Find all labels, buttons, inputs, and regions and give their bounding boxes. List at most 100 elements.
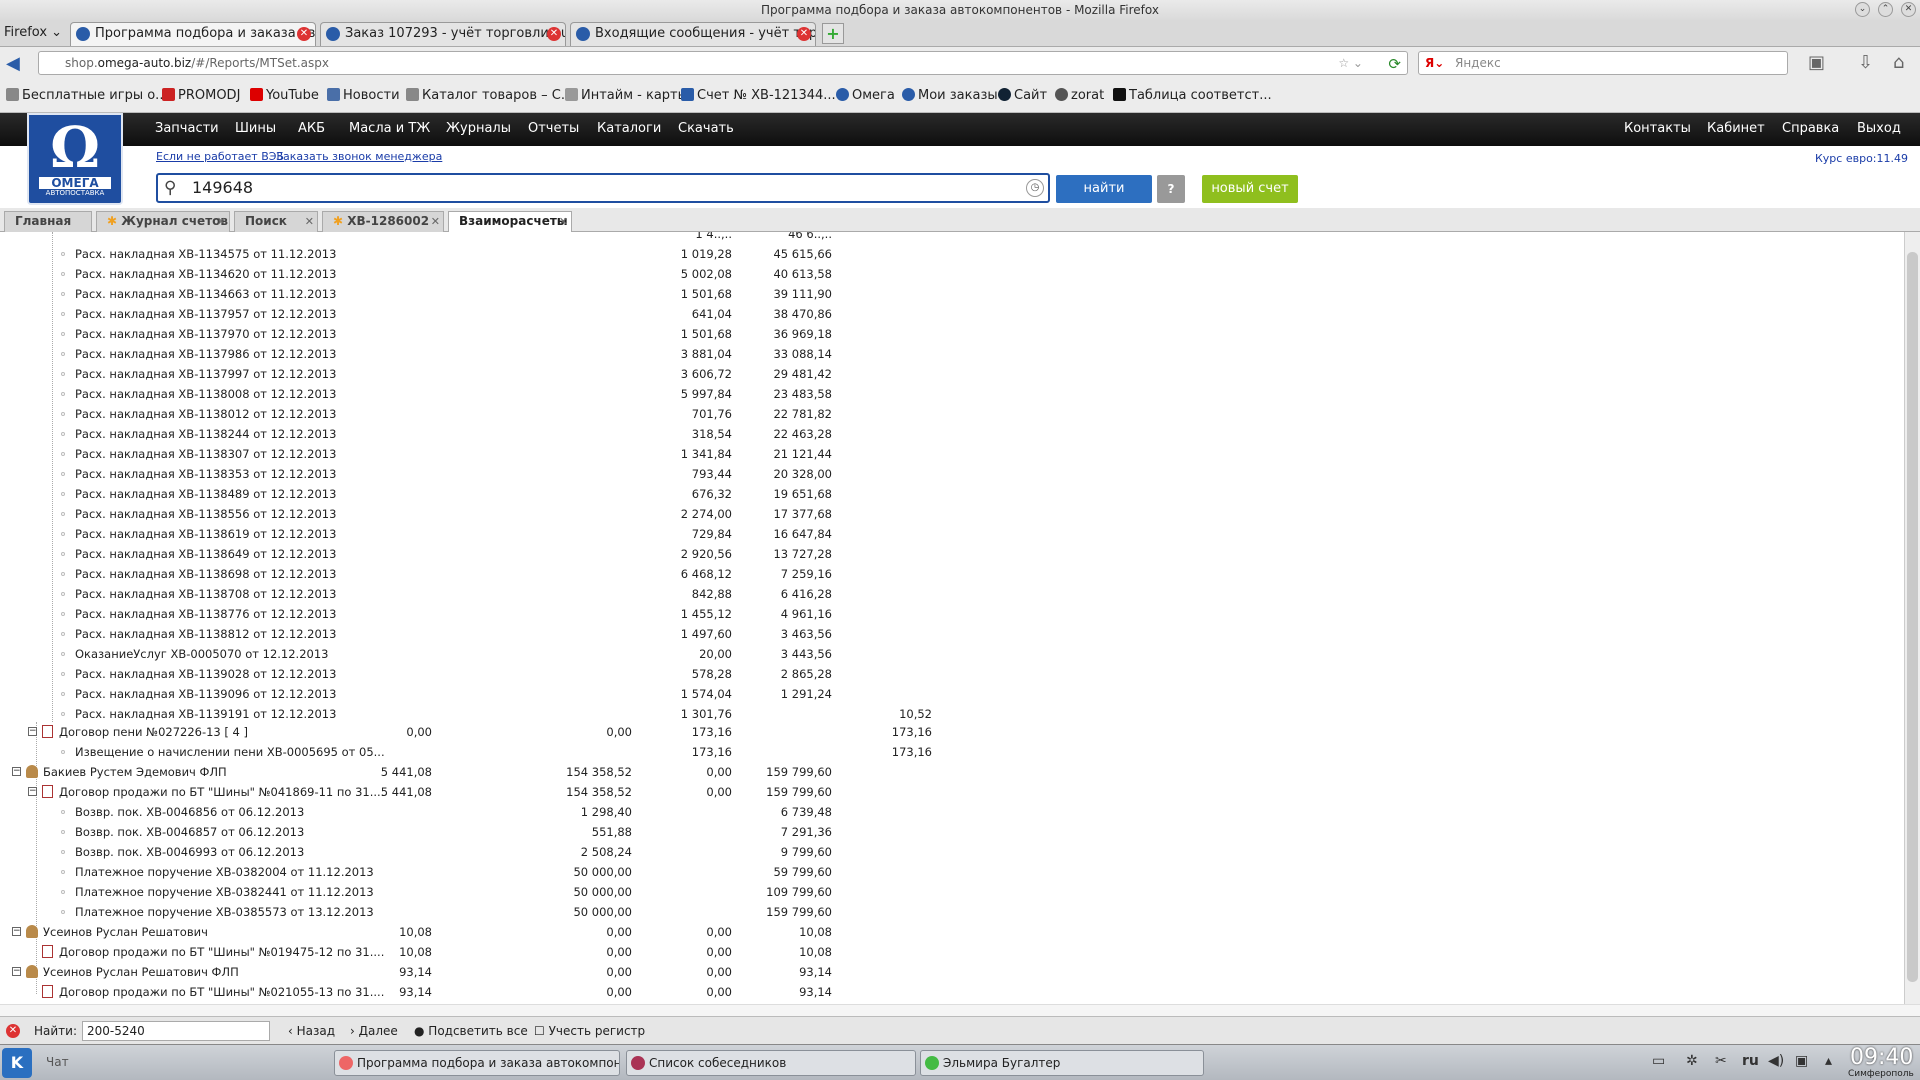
collapse-icon[interactable]: −	[28, 727, 37, 736]
keyboard-layout[interactable]: ru	[1742, 1053, 1759, 1069]
chat-widget[interactable]: Чат	[46, 1055, 69, 1069]
bookmark-item[interactable]: Новости	[327, 88, 400, 103]
nav-item-zapchasti[interactable]: Запчасти	[155, 121, 219, 136]
new-invoice-button[interactable]: новый счет	[1202, 175, 1298, 203]
close-tab-icon[interactable]: ✕	[797, 27, 811, 41]
firefox-menu-button[interactable]: Firefox ⌄	[4, 25, 62, 40]
find-previous-button[interactable]: ‹ Назад	[288, 1024, 335, 1038]
collapse-icon[interactable]: −	[12, 967, 21, 976]
table-row[interactable]: Извещение о начислении пени ХВ-0005695 о…	[0, 742, 1900, 762]
table-row[interactable]: Расх. накладная ХВ-1137957 от 12.12.2013…	[0, 304, 1900, 324]
close-tab-icon[interactable]: ✕	[297, 27, 311, 41]
table-row[interactable]: Расх. накладная ХВ-1134620 от 11.12.2013…	[0, 264, 1900, 284]
find-button[interactable]: найти	[1056, 175, 1152, 203]
close-tab-icon[interactable]: ✕	[217, 212, 226, 231]
table-row[interactable]: Договор продажи по БТ "Шины" №021055-13 …	[0, 982, 1900, 1002]
table-row[interactable]: Расх. накладная ХВ-1138649 от 12.12.2013…	[0, 544, 1900, 564]
back-arrow-icon[interactable]: ◀	[6, 53, 20, 74]
table-row[interactable]: Возвр. пок. ХВ-0046856 от 06.12.2013 1 29…	[0, 802, 1900, 822]
close-tab-icon[interactable]: ✕	[305, 212, 314, 231]
find-input[interactable]: 200-5240	[82, 1021, 270, 1041]
scissors-icon[interactable]: ✂	[1715, 1053, 1727, 1069]
usb-icon[interactable]: ▣	[1795, 1053, 1808, 1069]
table-row[interactable]: − Договор пени №027226-13 [ 4 ] 0,00 0,0…	[0, 722, 1900, 742]
close-tab-icon[interactable]: ✕	[547, 27, 561, 41]
bookmark-item[interactable]: Мои заказы	[902, 88, 998, 103]
new-tab-button[interactable]: +	[822, 23, 844, 44]
tab-vzaimoraschety[interactable]: Взаиморасчеты ✕	[448, 211, 572, 232]
table-row[interactable]: Расх. накладная ХВ-1137970 от 12.12.2013…	[0, 324, 1900, 344]
bookmark-item[interactable]: Интайм - карты	[565, 88, 688, 103]
tab-poisk[interactable]: Поиск ✕	[234, 211, 318, 232]
close-window-icon[interactable]: ✕	[1901, 2, 1916, 17]
table-row[interactable]: Платежное поручение ХВ-0382441 от 11.12.…	[0, 882, 1900, 902]
table-row[interactable]: Расх. накладная ХВ-1134663 от 11.12.2013…	[0, 284, 1900, 304]
search-history-icon[interactable]: ◷	[1026, 179, 1044, 197]
table-row[interactable]: Договор продажи по БТ "Шины" №019475-12 …	[0, 942, 1900, 962]
bookmark-item[interactable]: Счет № ХВ-121344...	[681, 88, 836, 103]
table-row[interactable]: Платежное поручение ХВ-0385573 от 13.12.…	[0, 902, 1900, 922]
task-chat[interactable]: Эльмира Бугалтер	[920, 1050, 1204, 1076]
nav-item-kontakty[interactable]: Контакты	[1624, 121, 1691, 136]
table-row[interactable]: − Усеинов Руслан Решатович ФЛП 93,14 0,0…	[0, 962, 1900, 982]
home-icon[interactable]: ⌂	[1893, 52, 1904, 73]
table-row[interactable]: Расх. накладная ХВ-1138012 от 12.12.2013…	[0, 404, 1900, 424]
horizontal-scrollbar[interactable]	[0, 1004, 1920, 1016]
nav-item-akb[interactable]: АКБ	[298, 121, 325, 136]
task-contacts[interactable]: Список собеседников	[626, 1050, 916, 1076]
table-row[interactable]: Расх. накладная ХВ-1137986 от 12.12.2013…	[0, 344, 1900, 364]
maximize-icon[interactable]: ⌃	[1878, 2, 1893, 17]
browser-tab-3[interactable]: Входящие сообщения - учёт тор... ✕	[570, 22, 816, 46]
bookmark-star-icon[interactable]: ☆ ⌄	[1338, 52, 1363, 74]
tab-hv-1286002[interactable]: ✱ ХВ-1286002 ✕	[322, 211, 444, 232]
table-row[interactable]: ОказаниеУслуг ХВ-0005070 от 12.12.2013 20…	[0, 644, 1900, 664]
table-row[interactable]: − Договор продажи по БТ "Шины" №041869-1…	[0, 782, 1900, 802]
scrollbar-thumb[interactable]	[1907, 252, 1918, 982]
table-row[interactable]: Платежное поручение ХВ-0382004 от 11.12.…	[0, 862, 1900, 882]
bookmarks-menu-icon[interactable]: ▣	[1808, 52, 1825, 73]
match-case-checkbox[interactable]: ☐ Учесть регистр	[534, 1024, 645, 1038]
close-find-icon[interactable]: ✕	[6, 1024, 20, 1038]
nav-item-skachat[interactable]: Скачать	[678, 121, 734, 136]
volume-icon[interactable]: ◀)	[1768, 1053, 1784, 1069]
settings-icon[interactable]: ✲	[1686, 1053, 1698, 1069]
table-row[interactable]: Расх. накладная ХВ-1138776 от 12.12.2013…	[0, 604, 1900, 624]
download-icon[interactable]: ⇩	[1858, 52, 1873, 73]
highlight-all-button[interactable]: ● Подсветить все	[414, 1024, 528, 1038]
clock[interactable]: 09:40	[1850, 1045, 1913, 1070]
table-row[interactable]: Расх. накладная ХВ-1139028 от 12.12.2013…	[0, 664, 1900, 684]
table-row[interactable]: Расх. накладная ХВ-1138708 от 12.12.2013…	[0, 584, 1900, 604]
table-row[interactable]: − Бакиев Рустем Эдемович ФЛП 5 441,08 15…	[0, 762, 1900, 782]
find-next-button[interactable]: › Далее	[350, 1024, 398, 1038]
help-button[interactable]: ?	[1157, 175, 1185, 203]
bookmark-item[interactable]: YouTube	[250, 88, 319, 103]
close-tab-icon[interactable]: ✕	[431, 212, 440, 231]
close-tab-icon[interactable]: ✕	[559, 212, 568, 231]
collapse-icon[interactable]: −	[28, 787, 37, 796]
bookmark-item[interactable]: Омега	[836, 88, 895, 103]
table-row[interactable]: Расх. накладная ХВ-1138556 от 12.12.2013…	[0, 504, 1900, 524]
table-row[interactable]: Расх. накладная ХВ-1138489 от 12.12.2013…	[0, 484, 1900, 504]
search-bar[interactable]: Я⌄ Яндекс	[1418, 51, 1788, 75]
table-row[interactable]: Расх. накладная ХВ-1138812 от 12.12.2013…	[0, 624, 1900, 644]
bookmark-item[interactable]: zorat	[1055, 88, 1104, 103]
nav-item-otchety[interactable]: Отчеты	[528, 121, 579, 136]
part-search-input[interactable]: ⚲ 149648 ◷	[156, 173, 1050, 203]
table-row[interactable]: Расх. накладная ХВ-1137997 от 12.12.2013…	[0, 364, 1900, 384]
bookmark-item[interactable]: PROMODJ	[162, 88, 240, 103]
link-order-call[interactable]: Заказать звонок менеджера	[276, 150, 442, 163]
tab-zhurnal-schetov[interactable]: ✱ Журнал счетов ✕	[96, 211, 230, 232]
table-row[interactable]: − Усеинов Руслан Решатович 10,08 0,00 0,…	[0, 922, 1900, 942]
bookmark-item[interactable]: Каталог товаров – С...	[406, 88, 573, 103]
nav-item-zhurnaly[interactable]: Журналы	[446, 121, 511, 136]
nav-item-masla[interactable]: Масла и ТЖ	[349, 121, 430, 136]
table-row[interactable]: Расх. накладная ХВ-1138619 от 12.12.2013…	[0, 524, 1900, 544]
table-row[interactable]: Расх. накладная ХВ-1134575 от 11.12.2013…	[0, 244, 1900, 264]
table-row[interactable]: Расх. накладная ХВ-1138307 от 12.12.2013…	[0, 444, 1900, 464]
reload-icon[interactable]: ⟳	[1388, 53, 1401, 75]
minimize-icon[interactable]: ⌄	[1855, 2, 1870, 17]
table-row[interactable]: Расх. накладная ХВ-1138244 от 12.12.2013…	[0, 424, 1900, 444]
address-bar[interactable]: shop.omega-auto.biz/#/Reports/MTSet.aspx…	[38, 51, 1408, 75]
kde-menu-icon[interactable]: K	[2, 1048, 32, 1078]
table-row[interactable]: Возвр. пок. ХВ-0046857 от 06.12.2013 551,…	[0, 822, 1900, 842]
